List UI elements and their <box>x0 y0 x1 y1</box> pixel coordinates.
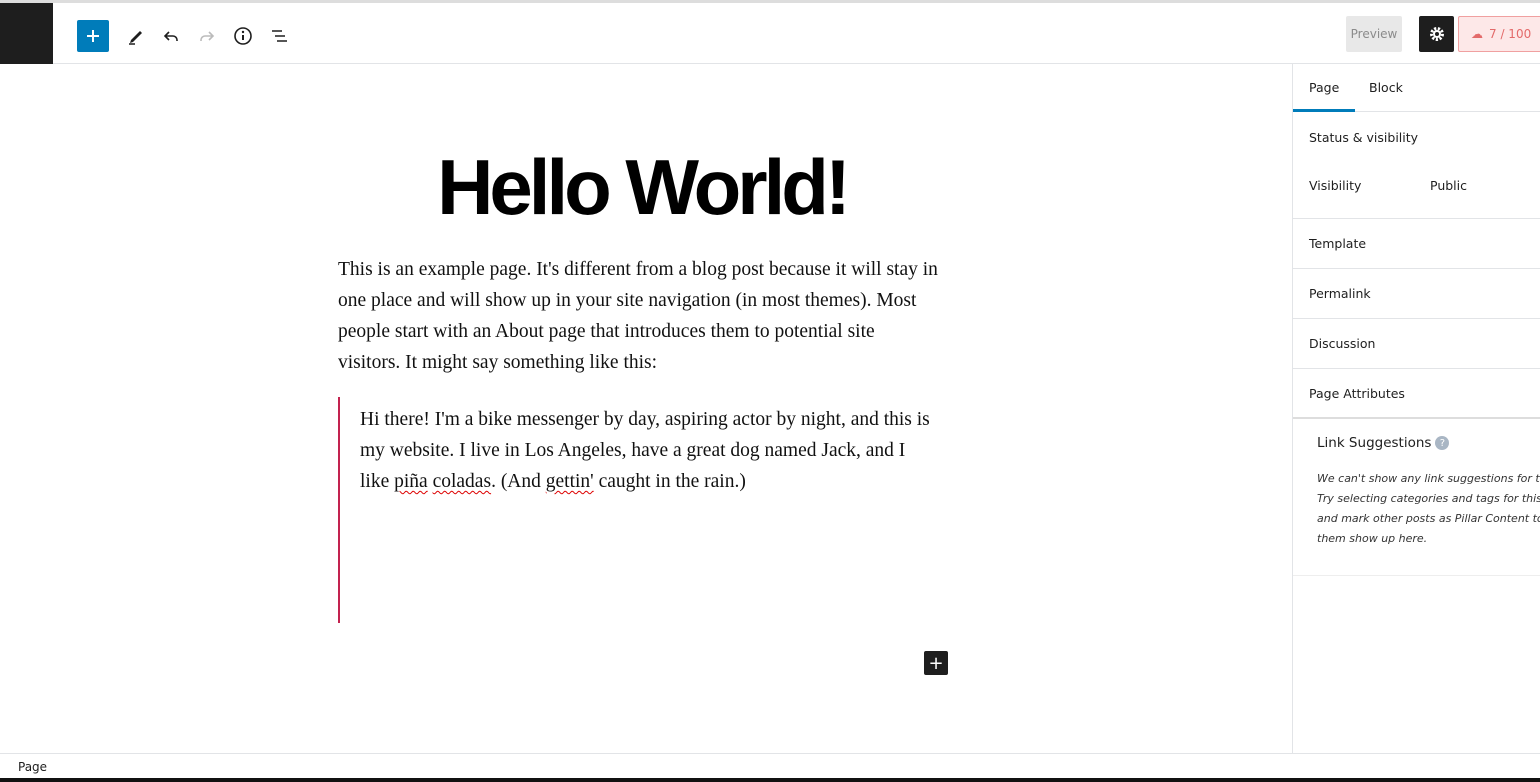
details-button[interactable] <box>227 20 259 52</box>
info-icon <box>234 27 252 45</box>
misspelled-word: gettin' <box>545 471 594 492</box>
redo-icon <box>200 31 215 41</box>
info-text: Try selecting categories and tags for th… <box>1317 492 1540 505</box>
editor-canvas: Hello World! This is an example page. It… <box>0 64 1292 753</box>
quote-text: caught in the rain.) <box>593 471 746 492</box>
tab-block[interactable]: Block <box>1369 64 1403 112</box>
info-text: and mark other posts as Pillar Content t… <box>1317 512 1540 525</box>
preview-button[interactable]: Preview <box>1346 16 1402 52</box>
paragraph-block[interactable]: This is an example page. It's different … <box>338 254 938 378</box>
redo-button[interactable] <box>191 20 223 52</box>
misspelled-word: piña <box>394 471 428 492</box>
help-icon[interactable]: ? <box>1435 436 1450 450</box>
seo-score-button[interactable]: ☁ 7 / 100 <box>1458 16 1540 52</box>
taskbar <box>0 778 1540 782</box>
permalink-panel[interactable]: Permalink <box>1293 269 1540 319</box>
quote-block[interactable]: Hi there! I'm a bike messenger by day, a… <box>338 397 938 623</box>
breadcrumb-item[interactable]: Page <box>18 760 47 774</box>
seo-score-value: 7 / 100 <box>1489 27 1532 41</box>
tab-page[interactable]: Page <box>1293 64 1356 112</box>
score-icon: ☁ <box>1471 27 1483 41</box>
gear-icon <box>1429 27 1444 41</box>
info-text: We can't show any link suggestions for t… <box>1317 472 1540 485</box>
settings-button[interactable] <box>1419 16 1454 52</box>
undo-button[interactable] <box>155 20 187 52</box>
undo-icon <box>163 31 178 41</box>
add-block-button[interactable] <box>77 20 109 52</box>
visibility-value[interactable]: Public <box>1430 178 1467 193</box>
editor-toolbar: Preview ☁ 7 / 100 <box>0 0 1540 64</box>
discussion-panel[interactable]: Discussion <box>1293 319 1540 369</box>
panel-title: Link Suggestions <box>1317 435 1432 451</box>
pencil-icon <box>129 31 142 45</box>
link-suggestions-panel: Link Suggestions? We can't show any link… <box>1293 419 1540 576</box>
page-attributes-panel[interactable]: Page Attributes <box>1293 369 1540 419</box>
info-text: them show up here. <box>1317 532 1428 545</box>
template-panel[interactable]: Template <box>1293 219 1540 269</box>
plus-icon: + <box>928 652 944 674</box>
status-visibility-panel[interactable]: Status & visibility Visibility Public <box>1293 112 1540 219</box>
page-title[interactable]: Hello World! <box>0 142 1284 233</box>
settings-sidebar: Page Block Status & visibility Visibilit… <box>1292 64 1540 753</box>
plus-icon <box>87 30 99 42</box>
list-view-icon <box>272 30 287 42</box>
outline-button[interactable] <box>263 20 295 52</box>
quote-text: . (And <box>491 471 546 492</box>
visibility-label: Visibility <box>1309 178 1362 193</box>
tools-button[interactable] <box>119 20 151 52</box>
panel-title: Status & visibility <box>1309 130 1419 145</box>
block-inserter-button[interactable]: + <box>924 651 948 675</box>
block-breadcrumb: Page <box>0 753 1540 778</box>
wordpress-logo-button[interactable] <box>0 3 53 64</box>
misspelled-word: coladas <box>432 471 492 492</box>
